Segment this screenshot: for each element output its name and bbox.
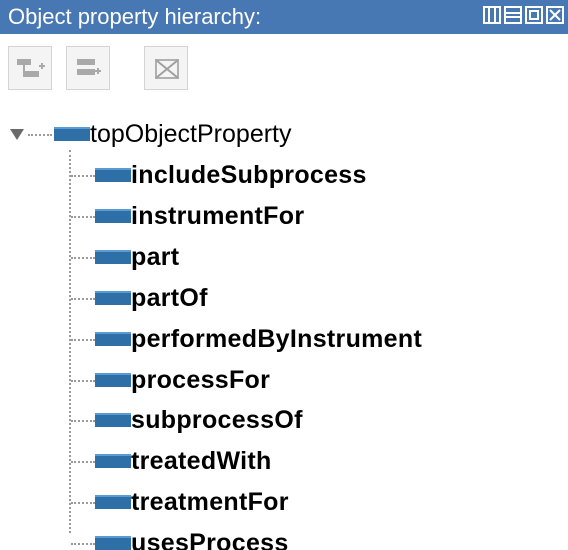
- tree-connector: [71, 461, 95, 464]
- tree-node[interactable]: usesProcess: [0, 524, 568, 550]
- tree-node-label: performedByInstrument: [131, 324, 423, 353]
- tree-node[interactable]: treatmentFor: [0, 483, 568, 523]
- tree-connector: [71, 379, 95, 382]
- tree-node[interactable]: treatedWith: [0, 442, 568, 482]
- tree-node[interactable]: part: [0, 238, 568, 278]
- object-property-icon: [95, 454, 131, 469]
- tree-node-label: part: [131, 242, 180, 271]
- tree-connector: [71, 256, 95, 259]
- object-property-icon: [95, 290, 131, 305]
- tree-node[interactable]: processFor: [0, 361, 568, 401]
- tree-connector: [71, 297, 95, 300]
- restore-icon[interactable]: [525, 6, 543, 24]
- window-buttons: [483, 6, 564, 26]
- tree-node-label: processFor: [131, 365, 271, 394]
- object-property-icon: [95, 168, 131, 182]
- tree-node-label: subprocessOf: [131, 406, 303, 435]
- object-property-icon: [95, 331, 131, 346]
- tree-node-label: instrumentFor: [131, 201, 305, 230]
- tree-node-label: topObjectProperty: [90, 120, 292, 148]
- add-sibling-property-icon: [77, 59, 101, 75]
- object-property-hierarchy-panel: Object property hierarchy: topObjectProp…: [0, 0, 568, 550]
- delete-property-button[interactable]: [144, 46, 188, 90]
- tree-node[interactable]: includeSubprocess: [0, 156, 568, 196]
- tree-connector: [71, 502, 95, 505]
- object-property-icon: [95, 372, 131, 387]
- object-property-icon: [95, 536, 131, 550]
- tree-node-label: treatmentFor: [131, 488, 289, 517]
- tree-node-label: treatedWith: [131, 447, 272, 476]
- object-property-icon: [95, 249, 131, 264]
- expand-triangle-icon[interactable]: [9, 127, 25, 141]
- add-subproperty-button[interactable]: [8, 46, 52, 90]
- delete-property-icon: [155, 59, 179, 79]
- tree-node-label: partOf: [131, 283, 208, 312]
- tree-connector: [28, 134, 52, 136]
- object-property-icon: [95, 208, 131, 223]
- maximize-icon[interactable]: [483, 6, 501, 24]
- tree-node[interactable]: performedByInstrument: [0, 320, 568, 360]
- tree-connector: [71, 215, 95, 218]
- minimize-icon[interactable]: [504, 6, 522, 24]
- tree-connector: [71, 420, 95, 423]
- object-property-icon: [54, 127, 90, 141]
- tree-connector: [71, 175, 95, 177]
- tree-node-root[interactable]: topObjectProperty: [0, 114, 568, 154]
- close-icon[interactable]: [546, 6, 564, 24]
- panel-title: Object property hierarchy:: [8, 4, 262, 29]
- object-property-icon: [95, 495, 131, 510]
- tree-connector: [71, 543, 95, 546]
- hierarchy-toolbar: [0, 34, 568, 104]
- add-subproperty-icon: [17, 59, 45, 77]
- property-tree: topObjectProperty includeSubprocess instr…: [0, 104, 568, 550]
- tree-node[interactable]: subprocessOf: [0, 401, 568, 441]
- tree-node[interactable]: instrumentFor: [0, 197, 568, 237]
- tree-connector: [71, 338, 95, 341]
- tree-node-label: includeSubprocess: [131, 161, 367, 189]
- add-sibling-property-button[interactable]: [66, 46, 110, 90]
- object-property-icon: [95, 413, 131, 428]
- panel-title-bar: Object property hierarchy:: [0, 0, 568, 34]
- tree-node-label: usesProcess: [131, 529, 289, 550]
- tree-node[interactable]: partOf: [0, 279, 568, 319]
